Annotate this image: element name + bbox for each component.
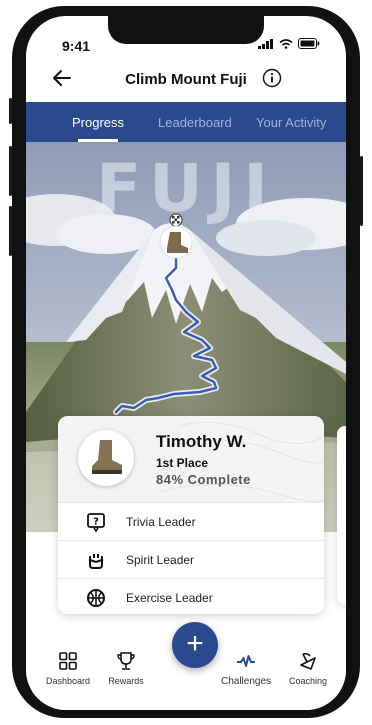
- basketball-icon: [87, 589, 105, 607]
- nav-rewards[interactable]: Rewards: [96, 650, 156, 686]
- boot-icon: [92, 440, 122, 474]
- tab-bar: Progress Leaderboard Your Activity: [26, 102, 346, 142]
- info-icon[interactable]: [262, 68, 282, 88]
- status-icons: [258, 38, 320, 49]
- user-progress: 84% Complete: [156, 472, 251, 487]
- nav-label: Dashboard: [45, 676, 91, 686]
- add-button[interactable]: +: [172, 622, 218, 668]
- coaching-icon: [300, 652, 316, 670]
- tab-your-activity[interactable]: Your Activity: [256, 115, 326, 130]
- power-button: [360, 156, 363, 226]
- battery-icon: [298, 38, 320, 49]
- app-screen: 9:41 Climb Mount Fuji Progress Leaderboa…: [26, 16, 346, 710]
- achievement-label: Exercise Leader: [126, 591, 213, 605]
- header: Climb Mount Fuji: [26, 60, 346, 100]
- hero-title: FUJI: [96, 150, 276, 227]
- tab-progress[interactable]: Progress: [72, 115, 124, 130]
- avatar: [78, 430, 134, 486]
- status-time: 9:41: [62, 38, 91, 54]
- nav-label: Rewards: [108, 676, 144, 686]
- achievement-label: Trivia Leader: [126, 515, 196, 529]
- volume-down-button: [9, 206, 12, 256]
- achievement-row-trivia[interactable]: ? Trivia Leader: [58, 502, 324, 541]
- notch: [108, 16, 264, 44]
- user-place: 1st Place: [156, 456, 209, 470]
- user-progress-card[interactable]: Timothy W. 1st Place 84% Complete ? Triv…: [58, 416, 324, 614]
- trophy-icon: [117, 652, 135, 670]
- pulse-icon: [237, 655, 255, 667]
- grid-icon: [59, 652, 77, 670]
- page-title: Climb Mount Fuji: [125, 71, 247, 88]
- hand-icon: [89, 554, 103, 569]
- nav-coaching[interactable]: Coaching: [278, 650, 338, 686]
- question-icon: ?: [87, 513, 105, 532]
- signal-icon: [258, 38, 273, 49]
- volume-up-button: [9, 146, 12, 196]
- card-header: Timothy W. 1st Place 84% Complete: [58, 416, 324, 502]
- plus-icon: +: [186, 627, 204, 660]
- nav-dashboard[interactable]: Dashboard: [38, 650, 98, 686]
- tab-leaderboard[interactable]: Leaderboard: [158, 115, 232, 130]
- nav-label: Challenges: [220, 676, 272, 687]
- next-card-peek[interactable]: [337, 426, 346, 604]
- user-name: Timothy W.: [156, 432, 247, 451]
- wifi-icon: [279, 38, 293, 49]
- nav-challenges[interactable]: Challenges: [216, 650, 276, 687]
- achievement-row-spirit[interactable]: Spirit Leader: [58, 540, 324, 579]
- mute-switch: [9, 98, 12, 124]
- nav-label: Coaching: [288, 676, 328, 686]
- achievement-label: Spirit Leader: [126, 553, 195, 567]
- svg-text:?: ?: [93, 517, 99, 528]
- achievement-row-exercise[interactable]: Exercise Leader: [58, 578, 324, 614]
